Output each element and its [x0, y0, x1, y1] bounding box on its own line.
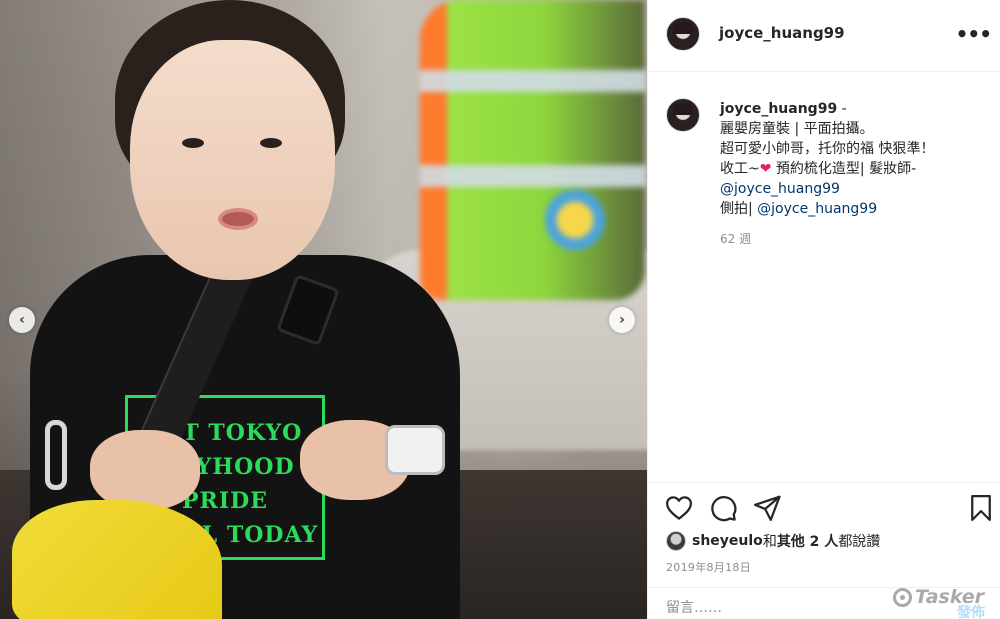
- watermark-text: Tasker: [915, 586, 985, 608]
- caption-line: 超可愛小帥哥，托你的福 快狠準！: [720, 141, 935, 157]
- caption-time-ago[interactable]: 62 週: [720, 230, 751, 247]
- child-face: [130, 40, 335, 280]
- heart-icon[interactable]: [664, 493, 694, 523]
- likes-others-link[interactable]: 其他 2 人: [777, 531, 839, 551]
- more-options-icon[interactable]: •••: [956, 22, 992, 46]
- carousel-prev-button[interactable]: ‹: [9, 307, 35, 333]
- caption-line: 麗嬰房童裝 | 平面拍攝。: [720, 121, 874, 137]
- caption-author[interactable]: joyce_huang99: [720, 101, 837, 117]
- avatar[interactable]: [666, 17, 700, 51]
- caption-line: 側拍|: [720, 201, 758, 217]
- post-username[interactable]: joyce_huang99: [719, 24, 845, 42]
- caption-separator: -: [837, 101, 847, 117]
- child-left-hand: [90, 430, 200, 510]
- heart-emoji-icon: ❤: [759, 161, 772, 177]
- chevron-right-icon: ›: [619, 312, 625, 328]
- yellow-cloth: [12, 500, 222, 619]
- comment-input[interactable]: [666, 600, 916, 616]
- comment-icon[interactable]: [708, 493, 738, 523]
- carousel-next-button[interactable]: ›: [609, 307, 635, 333]
- caption-avatar[interactable]: [666, 98, 700, 132]
- bookmark-icon[interactable]: [966, 493, 996, 523]
- watermark-logo-icon: [893, 587, 912, 607]
- liked-by-row: sheyeulo 和 其他 2 人 都說讚: [666, 531, 880, 551]
- caption-section: joyce_huang99 - 麗嬰房童裝 | 平面拍攝。 超可愛小帥哥，托你的…: [648, 72, 1000, 482]
- post-photo[interactable]: EST TOKYO BOYHOOD PRIDE UNTIL TODAY ‹ ›: [0, 0, 647, 619]
- post-side-panel: joyce_huang99 ••• joyce_huang99 - 麗嬰房童裝 …: [647, 0, 1000, 619]
- mention-link[interactable]: @joyce_huang99: [720, 179, 990, 199]
- post-date[interactable]: 2019年8月18日: [666, 559, 751, 575]
- caption-line: 預約梳化造型| 髮妝師-: [771, 161, 917, 177]
- caption-text: joyce_huang99 - 麗嬰房童裝 | 平面拍攝。 超可愛小帥哥，托你的…: [720, 99, 990, 219]
- watermark: Tasker: [893, 586, 984, 608]
- caption-line: 收工~: [720, 161, 760, 177]
- share-icon[interactable]: [752, 493, 782, 523]
- bracelet: [45, 420, 67, 490]
- wrist-watch: [385, 425, 445, 475]
- liker-avatar[interactable]: [666, 531, 686, 551]
- mention-link[interactable]: @joyce_huang99: [757, 201, 877, 217]
- liker-username[interactable]: sheyeulo: [692, 533, 763, 549]
- post-header: joyce_huang99 •••: [648, 0, 1000, 72]
- chevron-left-icon: ‹: [19, 312, 25, 328]
